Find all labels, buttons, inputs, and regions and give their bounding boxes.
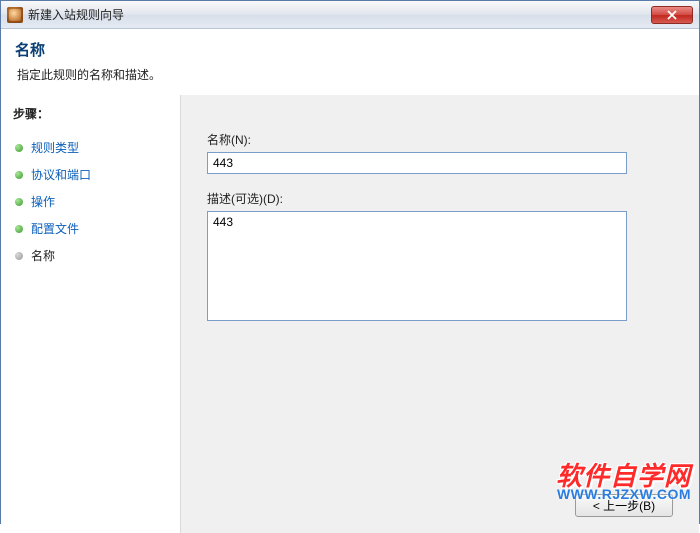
- step-profile[interactable]: 配置文件: [11, 215, 170, 242]
- titlebar: 新建入站规则向导: [1, 1, 699, 29]
- steps-sidebar: 步骤： 规则类型 协议和端口 操作 配置文件 名称: [1, 95, 181, 533]
- step-label: 名称: [31, 247, 55, 264]
- bullet-icon: [15, 198, 23, 206]
- wizard-buttons: < 上一步(B): [575, 494, 673, 517]
- bullet-icon: [15, 225, 23, 233]
- wizard-header: 名称 指定此规则的名称和描述。: [1, 29, 699, 95]
- bullet-icon: [15, 252, 23, 260]
- step-label: 规则类型: [31, 139, 79, 156]
- app-icon: [7, 7, 23, 23]
- step-rule-type[interactable]: 规则类型: [11, 134, 170, 161]
- description-label: 描述(可选)(D):: [207, 190, 665, 207]
- page-subtitle: 指定此规则的名称和描述。: [15, 66, 685, 83]
- close-button[interactable]: [651, 6, 693, 24]
- bullet-icon: [15, 171, 23, 179]
- description-input[interactable]: [207, 211, 627, 321]
- step-name[interactable]: 名称: [11, 242, 170, 269]
- content-panel: 名称(N): 描述(可选)(D): < 上一步(B) 软件自学网 WWW.RJZ…: [181, 95, 699, 533]
- step-protocol-port[interactable]: 协议和端口: [11, 161, 170, 188]
- step-action[interactable]: 操作: [11, 188, 170, 215]
- close-icon: [667, 10, 677, 20]
- steps-heading: 步骤：: [11, 105, 170, 122]
- name-input[interactable]: [207, 152, 627, 174]
- step-label: 操作: [31, 193, 55, 210]
- step-label: 配置文件: [31, 220, 79, 237]
- page-title: 名称: [15, 39, 685, 60]
- window-title: 新建入站规则向导: [28, 6, 124, 23]
- step-label: 协议和端口: [31, 166, 91, 183]
- name-label: 名称(N):: [207, 131, 665, 148]
- watermark-title: 软件自学网: [556, 463, 691, 489]
- bullet-icon: [15, 144, 23, 152]
- back-button[interactable]: < 上一步(B): [575, 494, 673, 517]
